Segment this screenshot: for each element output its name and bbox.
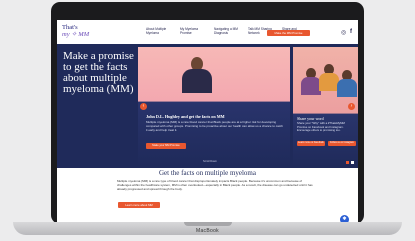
facebook-learn-button[interactable]: Learn more on Facebook <box>297 141 325 146</box>
facts-paragraph: Multiple myeloma (MM) is a rare type of … <box>117 179 313 191</box>
nav-link-about[interactable]: About Multiple Myeloma <box>146 27 172 35</box>
device-label: MacBook <box>196 228 219 234</box>
logo-line1: That's <box>62 24 78 31</box>
instagram-follow-button[interactable]: Follow us on Instagram <box>328 141 356 146</box>
browser-screen: That's my ✧ MM About Multiple Myeloma My… <box>57 20 358 222</box>
hero-title: Make a promise to get the facts about mu… <box>63 50 134 95</box>
spokesperson-image <box>182 57 212 93</box>
carousel-prev-button[interactable]: ‹ <box>140 103 147 110</box>
group-person-1 <box>301 68 321 95</box>
facebook-icon[interactable]: f <box>350 29 352 35</box>
chat-icon[interactable]: ✱ <box>340 215 349 222</box>
hero-section: Make a promise to get the facts about mu… <box>57 44 358 168</box>
scroll-down-link[interactable]: Scroll Down <box>203 160 217 163</box>
slide-heading: John D.L. Hughley and get the facts on M… <box>146 114 225 119</box>
nav-promise-button[interactable]: Make the MM Promise <box>267 30 310 36</box>
hero-slide-main <box>138 47 290 167</box>
learn-more-button[interactable]: Learn more about MM <box>118 202 160 208</box>
nav-link-promise[interactable]: My Myeloma Promise <box>180 27 206 35</box>
carousel-dot-1[interactable] <box>346 161 349 164</box>
carousel-dot-2[interactable] <box>350 161 354 164</box>
slide-text: Multiple myeloma (MM) is a rare blood ca… <box>146 120 283 132</box>
side-slide-text: Share your "Why" with a #ThatsMyMM Promi… <box>297 121 345 132</box>
site-logo[interactable]: That's my ✧ MM <box>62 24 92 38</box>
group-person-2 <box>319 64 339 91</box>
facts-heading: Get the facts on multiple myeloma <box>158 169 256 177</box>
nav-link-diagnosis[interactable]: Navigating a MM Diagnosis <box>214 27 240 35</box>
carousel-next-button[interactable]: › <box>348 103 355 110</box>
laptop-notch <box>184 222 232 226</box>
site-header: That's my ✧ MM About Multiple Myeloma My… <box>57 20 358 44</box>
carousel-dots <box>346 161 354 164</box>
make-promise-button[interactable]: Make your MM Promise <box>146 143 186 149</box>
group-person-3 <box>337 70 357 97</box>
instagram-icon[interactable]: ◎ <box>341 29 346 36</box>
logo-line2: my ✧ MM <box>62 31 90 38</box>
